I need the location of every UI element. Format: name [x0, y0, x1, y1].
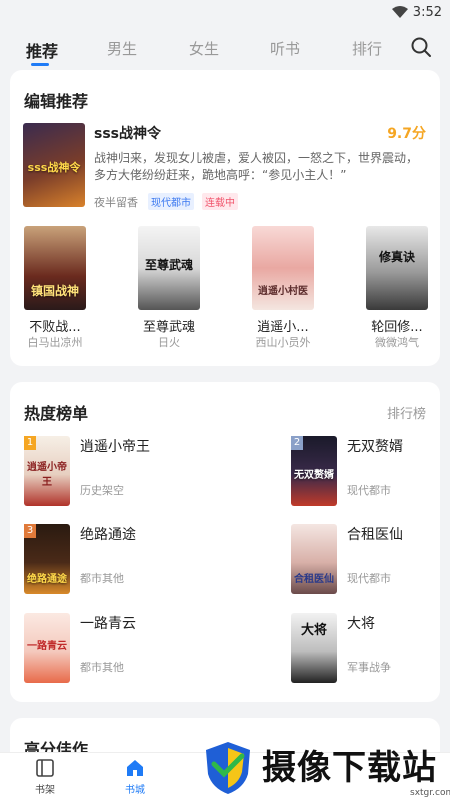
book-cover: 合租医仙 — [291, 524, 337, 594]
book-author: 微微鸿气 — [375, 336, 419, 349]
rank-item[interactable]: 大将 大将 军事战争 — [291, 613, 450, 685]
book-title: 不败战... — [29, 320, 81, 335]
featured-book-title[interactable]: sss战神令 — [94, 123, 161, 143]
featured-book-score: 9.7分 — [387, 126, 426, 142]
featured-book-cover[interactable]: sss战神令 — [23, 123, 85, 207]
tab-male[interactable]: 男生 — [107, 38, 137, 59]
rank-item[interactable]: 逍遥小帝王 1 逍遥小帝王 历史架空 — [24, 436, 214, 508]
bookshelf-icon — [36, 759, 54, 777]
watermark: 摄像下载站 sxtgr.com — [200, 736, 450, 800]
book-title: 轮回修... — [371, 320, 423, 335]
status-tag: 连载中 — [202, 193, 238, 210]
shield-logo-icon — [206, 742, 250, 794]
section-title: 热度榜单 — [24, 404, 89, 423]
rank-book-title: 一路青云 — [80, 616, 136, 632]
book-title: 逍遥小... — [257, 320, 309, 335]
rank-item[interactable]: 无双赘婿 2 无双赘婿 现代都市 — [291, 436, 450, 508]
rank-book-category: 现代都市 — [347, 572, 391, 585]
featured-book-description: 战神归来，发现女儿被虐，爱人被囚，一怒之下，世界震动，多方大佬纷纷赶来，跪地高呼… — [94, 151, 419, 182]
watermark-url: sxtgr.com — [410, 788, 450, 798]
rank-item[interactable]: 一路青云 一路青云 都市其他 — [24, 613, 214, 685]
book-cover: 大将 — [291, 613, 337, 683]
featured-book-author: 夜半留香 — [94, 196, 138, 209]
rank-book-category: 都市其他 — [80, 661, 124, 674]
rank-book-title: 大将 — [347, 616, 375, 632]
rank-badge: 1 — [24, 436, 36, 450]
book-cover: 逍遥小村医 — [252, 226, 314, 310]
top-tabs: 推荐 男生 女生 听书 排行 — [0, 30, 450, 66]
rank-book-title: 绝路通途 — [80, 527, 136, 543]
rank-item[interactable]: 绝路通途 3 绝路通途 都市其他 — [24, 524, 214, 596]
watermark-text: 摄像下载站 — [262, 748, 437, 788]
clock: 3:52 — [412, 5, 442, 20]
hot-list-card: 热度榜单 排行榜 逍遥小帝王 1 逍遥小帝王 历史架空 无双赘婿 2 无双赘婿 … — [10, 382, 440, 702]
search-icon[interactable] — [410, 36, 432, 58]
nav-bookshelf[interactable]: 书架 — [15, 757, 75, 796]
rank-book-category: 都市其他 — [80, 572, 124, 585]
book-title: 至尊武魂 — [142, 320, 195, 335]
book-author: 西山小员外 — [255, 336, 311, 349]
rank-book-title: 逍遥小帝王 — [80, 439, 150, 455]
book-cover: 至尊武魂 — [138, 226, 200, 310]
rank-book-title: 合租医仙 — [347, 527, 403, 543]
editor-picks-card: 编辑推荐 sss战神令 sss战神令 9.7分 战神归来，发现女儿被虐，爱人被囚… — [10, 70, 440, 366]
status-bar: 3:52 — [0, 0, 450, 26]
rank-item[interactable]: 合租医仙 合租医仙 现代都市 — [291, 524, 450, 596]
nav-bookstore[interactable]: 书城 — [105, 757, 165, 796]
wifi-icon — [392, 6, 408, 18]
rank-book-category: 历史架空 — [80, 484, 124, 497]
rank-badge: 3 — [24, 524, 36, 538]
nav-label: 书架 — [35, 785, 55, 796]
tab-audiobook[interactable]: 听书 — [270, 38, 300, 59]
rank-badge: 2 — [291, 436, 303, 450]
section-title: 编辑推荐 — [24, 92, 89, 111]
book-cover: 修真诀 — [366, 226, 428, 310]
book-cover: 镇国战神 — [24, 226, 86, 310]
rank-book-category: 现代都市 — [347, 484, 391, 497]
tab-ranking[interactable]: 排行 — [352, 38, 382, 59]
genre-tag: 现代都市 — [148, 193, 194, 210]
rank-book-title: 无双赘婿 — [347, 439, 403, 455]
home-icon — [127, 760, 143, 776]
book-cover: 一路青云 — [24, 613, 70, 683]
book-author: 日火 — [158, 336, 180, 349]
tab-female[interactable]: 女生 — [189, 38, 219, 59]
rank-book-category: 军事战争 — [347, 661, 391, 674]
tab-recommend[interactable]: 推荐 — [26, 38, 58, 62]
nav-label: 书城 — [125, 785, 145, 796]
book-author: 白马出凉州 — [27, 336, 83, 349]
tab-indicator — [31, 63, 49, 66]
ranking-link[interactable]: 排行榜 — [387, 403, 426, 422]
